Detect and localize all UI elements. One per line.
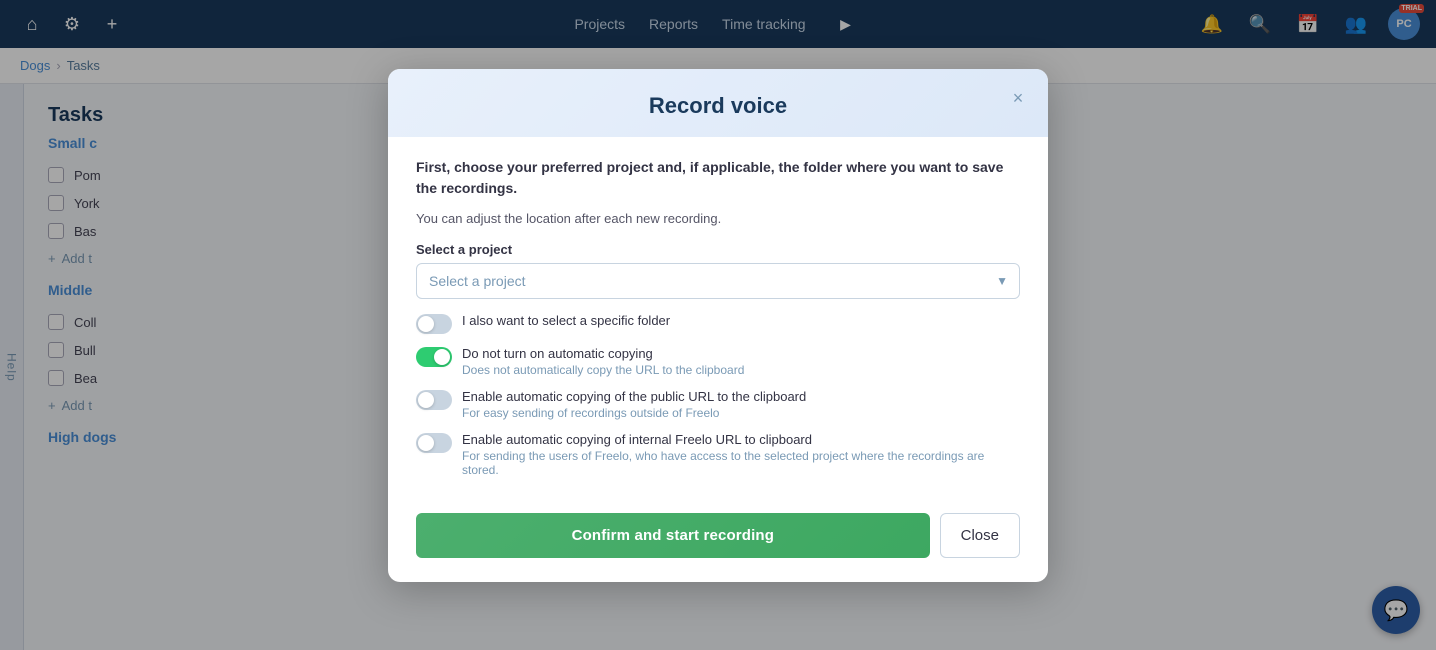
toggle-knob [418,316,434,332]
close-button[interactable]: Close [940,513,1020,558]
project-select[interactable]: Select a project [416,263,1020,299]
toggle-text-folder: I also want to select a specific folder [462,313,1020,328]
toggle-text-public-url: Enable automatic copying of the public U… [462,389,1020,420]
modal-note: You can adjust the location after each n… [416,211,1020,226]
toggle-row-public-url: Enable automatic copying of the public U… [416,389,1020,420]
modal-close-button[interactable]: × [1004,85,1032,113]
toggle-text-no-copy: Do not turn on automatic copying Does no… [462,346,1020,377]
toggle-sub-label: For sending the users of Freelo, who hav… [462,449,1020,477]
toggle-row-no-copy: Do not turn on automatic copying Does no… [416,346,1020,377]
confirm-recording-button[interactable]: Confirm and start recording [416,513,930,558]
modal-title: Record voice [416,93,1020,119]
toggle-row-folder: I also want to select a specific folder [416,313,1020,334]
toggle-row-internal-url: Enable automatic copying of internal Fre… [416,432,1020,477]
toggle-main-label: I also want to select a specific folder [462,313,1020,328]
modal-intro: First, choose your preferred project and… [416,157,1020,199]
toggle-knob [418,392,434,408]
public-url-toggle[interactable] [416,390,452,410]
toggle-main-label: Do not turn on automatic copying [462,346,1020,361]
toggle-knob [418,435,434,451]
modal-body: First, choose your preferred project and… [388,137,1048,513]
modal-overlay: Record voice × First, choose your prefer… [0,0,1436,650]
modal-header: Record voice × [388,69,1048,137]
modal: Record voice × First, choose your prefer… [388,69,1048,582]
toggle-main-label: Enable automatic copying of the public U… [462,389,1020,404]
toggle-main-label: Enable automatic copying of internal Fre… [462,432,1020,447]
toggle-text-internal-url: Enable automatic copying of internal Fre… [462,432,1020,477]
toggle-knob [434,349,450,365]
auto-copy-toggle[interactable] [416,347,452,367]
toggle-sub-label: Does not automatically copy the URL to t… [462,363,1020,377]
modal-footer: Confirm and start recording Close [388,513,1048,582]
folder-toggle[interactable] [416,314,452,334]
internal-url-toggle[interactable] [416,433,452,453]
project-field-label: Select a project [416,242,1020,257]
toggle-sub-label: For easy sending of recordings outside o… [462,406,1020,420]
project-select-wrapper: Select a project ▼ [416,263,1020,299]
